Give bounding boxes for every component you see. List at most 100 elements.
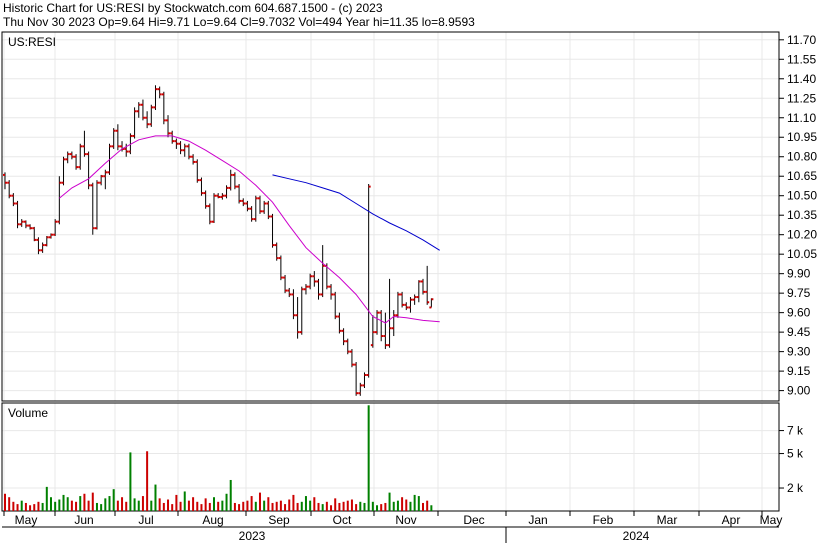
price-tick-label: 11.55	[787, 52, 816, 66]
volume-tick-label: 2 k	[787, 481, 804, 495]
ohlc-bar	[400, 291, 405, 308]
month-label: May	[760, 513, 783, 527]
volume-bar	[49, 497, 52, 511]
ohlc-bar	[425, 265, 430, 305]
volume-bar	[296, 502, 299, 511]
volume-bar	[422, 502, 424, 511]
ohlc-bar	[237, 184, 242, 204]
volume-bar	[350, 499, 353, 511]
price-tick-label: 10.05	[787, 247, 817, 261]
volume-bar	[20, 500, 23, 511]
ohlc-bar	[11, 193, 16, 207]
ohlc-bar	[65, 151, 70, 164]
ohlc-bar	[320, 245, 325, 298]
ohlc-bar	[337, 312, 342, 334]
month-label: Apr	[722, 513, 741, 527]
volume-bar	[4, 493, 6, 511]
stock-chart: US:RESI Volume 9.00 9.15 9.30 9.45 9.60 9.75 9…	[1, 31, 817, 543]
ohlc-bar	[404, 302, 409, 311]
ohlc-bar	[421, 278, 425, 295]
ohlc-bar	[153, 85, 158, 110]
price-tick-label: 9.45	[787, 325, 811, 339]
ohlc-bar	[416, 280, 421, 303]
volume-bar	[317, 502, 320, 511]
ohlc-bar	[212, 193, 216, 223]
ohlc-bar	[32, 226, 37, 242]
volume-bar	[342, 501, 345, 511]
ohlc-bar	[103, 169, 108, 190]
volume-bar	[233, 502, 236, 511]
ohlc-bar	[207, 203, 212, 225]
ohlc-bar	[283, 274, 288, 294]
ohlc-bar	[395, 291, 400, 318]
volume-bar	[41, 502, 44, 511]
volume-bar	[125, 501, 128, 511]
volume-bar	[37, 501, 40, 511]
price-tick-label: 10.20	[787, 228, 817, 242]
volume-bar	[238, 504, 241, 511]
volume-bar	[87, 500, 90, 511]
ohlc-bar	[48, 233, 53, 239]
volume-bar	[158, 498, 161, 511]
ohlc-bar	[19, 219, 24, 227]
ohlc-bar	[220, 193, 225, 200]
volume-bar	[242, 501, 245, 511]
volume-bar	[401, 497, 404, 511]
price-tick-label: 11.70	[787, 33, 816, 47]
ohlc-bar	[203, 190, 208, 209]
ohlc-bar	[166, 115, 171, 138]
volume-bar	[334, 498, 337, 511]
moving-average-short-line	[58, 135, 440, 324]
volume-bar	[363, 502, 366, 511]
volume-bar	[388, 492, 391, 511]
ohlc-bar	[291, 289, 296, 320]
volume-label: Volume	[8, 406, 48, 420]
volume-bar	[271, 502, 274, 511]
month-label: Sep	[268, 513, 290, 527]
moving-average-long-line	[272, 174, 440, 251]
price-tick-label: 9.90	[787, 267, 811, 281]
month-label: Jun	[74, 513, 93, 527]
volume-bar	[309, 500, 312, 511]
ohlc-bar	[132, 107, 137, 139]
ohlc-bar	[408, 297, 413, 313]
ohlc-bar	[191, 154, 196, 165]
price-panel-frame	[1, 31, 780, 402]
ohlc-bar	[94, 180, 99, 230]
month-label: Nov	[395, 513, 416, 527]
ohlc-bar	[329, 284, 334, 300]
volume-bar	[288, 499, 291, 511]
ohlc-bar	[44, 235, 49, 247]
volume-bar	[367, 405, 370, 511]
ohlc-bar	[195, 159, 200, 183]
ohlc-bar	[287, 287, 292, 298]
month-label: Jul	[138, 513, 153, 527]
volume-bar	[121, 497, 124, 511]
year-label: 2024	[623, 529, 650, 543]
price-tick-label: 9.15	[787, 364, 811, 378]
volume-bar	[33, 504, 36, 511]
month-label: Aug	[202, 513, 223, 527]
volume-bar	[83, 493, 86, 511]
month-label: Oct	[333, 513, 352, 527]
price-tick-label: 10.65	[787, 169, 817, 183]
volume-bar	[179, 501, 182, 511]
ohlc-bar	[140, 99, 145, 121]
month-label: May	[15, 513, 38, 527]
volume-bar	[91, 492, 94, 511]
ohlc-bar	[157, 86, 162, 99]
volume-bar	[187, 500, 190, 511]
volume-bar	[284, 504, 287, 511]
volume-bar	[313, 497, 316, 511]
volume-bar	[304, 496, 307, 511]
volume-bar	[116, 500, 119, 511]
ohlc-bar	[161, 91, 166, 125]
volume-bar	[359, 501, 362, 511]
volume-bar	[183, 491, 186, 511]
ohlc-bar	[40, 242, 45, 253]
ohlc-bar	[57, 176, 62, 225]
volume-bar	[213, 497, 215, 511]
volume-tick-label: 5 k	[787, 447, 804, 461]
ohlc-bar	[178, 141, 183, 155]
volume-bar	[321, 504, 324, 511]
